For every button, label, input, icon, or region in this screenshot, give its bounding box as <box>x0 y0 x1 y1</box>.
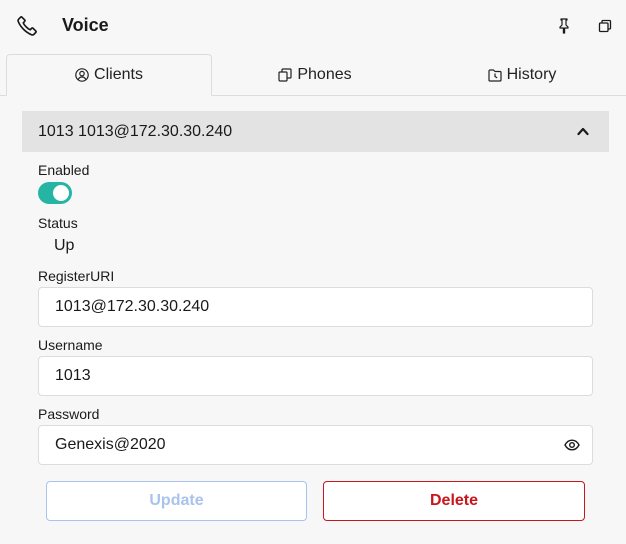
phone-icon <box>17 16 37 36</box>
user-circle-icon <box>75 68 89 82</box>
update-button[interactable]: Update <box>46 481 307 521</box>
password-label: Password <box>38 406 100 422</box>
page-title: Voice <box>62 15 109 35</box>
tab-clients[interactable]: Clients <box>6 54 212 96</box>
client-accordion-header[interactable]: 1013 1013@172.30.30.240 <box>22 111 609 152</box>
tab-phones[interactable]: Phones <box>212 54 418 96</box>
username-input[interactable] <box>55 357 555 395</box>
panel-header: Voice <box>0 0 626 52</box>
delete-button[interactable]: Delete <box>323 481 585 521</box>
register-uri-label: RegisterURI <box>38 268 115 284</box>
register-uri-input[interactable] <box>55 288 555 326</box>
enabled-toggle[interactable] <box>38 182 72 204</box>
password-input[interactable] <box>55 426 555 464</box>
password-field <box>38 425 593 465</box>
chevron-up-icon <box>577 127 589 136</box>
eye-icon[interactable] <box>564 438 580 452</box>
pin-icon[interactable] <box>557 18 571 34</box>
client-accordion-title: 1013 1013@172.30.30.240 <box>38 123 233 140</box>
enabled-label: Enabled <box>38 162 90 178</box>
tab-phones-label: Phones <box>297 66 352 83</box>
voice-panel: Voice Clients Phones History 1013 1013@1… <box>0 0 626 544</box>
phones-icon <box>278 68 292 82</box>
toggle-knob <box>53 185 69 201</box>
history-icon <box>488 69 502 82</box>
tab-history-label: History <box>506 66 557 83</box>
username-label: Username <box>38 337 103 353</box>
status-value: Up <box>54 237 75 254</box>
popout-icon[interactable] <box>598 19 612 33</box>
status-label: Status <box>38 215 78 231</box>
tab-history[interactable]: History <box>418 54 626 96</box>
tab-bar: Clients Phones History <box>0 54 626 96</box>
tab-clients-label: Clients <box>94 66 143 83</box>
username-field <box>38 356 593 396</box>
register-uri-field <box>38 287 593 327</box>
